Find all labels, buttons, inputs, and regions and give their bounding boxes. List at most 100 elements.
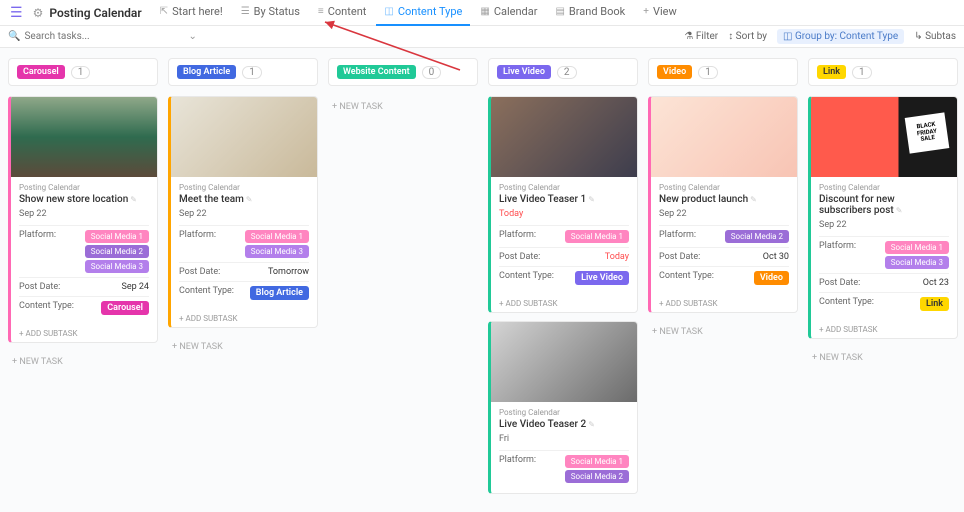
column-link: Link 1 Posting Calendar Discount for new… — [808, 58, 958, 502]
tab-content[interactable]: ≡ Content — [310, 0, 374, 26]
column-header[interactable]: Live Video 2 — [488, 58, 638, 86]
filter-button[interactable]: ⚗ Filter — [684, 31, 718, 42]
card-title: Discount for new subscribers post — [819, 194, 949, 216]
content-type-pill: Blog Article — [250, 286, 309, 300]
field-label-contenttype: Content Type: — [19, 301, 74, 311]
field-label-postdate: Post Date: — [179, 267, 220, 277]
plus-icon: + — [643, 6, 649, 17]
card-date: Fri — [499, 434, 629, 444]
card-date: Sep 22 — [179, 209, 309, 219]
add-subtask[interactable]: + ADD SUBTASK — [811, 321, 957, 338]
field-label-postdate: Post Date: — [499, 252, 540, 262]
menu-icon[interactable]: ☰ — [6, 5, 27, 21]
pill-sm3: Social Media 3 — [245, 245, 309, 258]
new-task[interactable]: + NEW TASK — [648, 321, 798, 343]
calendar-icon: ▦ — [480, 6, 489, 17]
column-livevideo: Live Video 2 Posting Calendar Live Video… — [488, 58, 638, 502]
column-carousel: Carousel 1 Posting Calendar Show new sto… — [8, 58, 158, 502]
tab-label: View — [653, 5, 677, 18]
card-title: Live Video Teaser 2 — [499, 419, 629, 430]
tab-brand-book[interactable]: ▤ Brand Book — [547, 0, 633, 26]
card-discount-post[interactable]: Posting Calendar Discount for new subscr… — [808, 96, 958, 339]
pill-sm1: Social Media 1 — [245, 230, 309, 243]
platform-pills: Social Media 1 — [565, 230, 629, 243]
card-product-launch[interactable]: Posting Calendar New product launch Sep … — [648, 96, 798, 313]
search-input[interactable] — [24, 31, 124, 42]
column-tag: Link — [817, 65, 846, 79]
field-label-postdate: Post Date: — [819, 278, 860, 288]
column-video: Video 1 Posting Calendar New product lau… — [648, 58, 798, 502]
card-live-teaser-1[interactable]: Posting Calendar Live Video Teaser 1 Tod… — [488, 96, 638, 313]
add-subtask[interactable]: + ADD SUBTASK — [11, 325, 157, 342]
field-label-platform: Platform: — [179, 230, 216, 240]
topbar: ☰ ⚙ Posting Calendar ⇱Start here! ☰ By St… — [0, 0, 964, 26]
searchbar: 🔍 ⌄ ⚗ Filter ↕ Sort by ◫ Group by: Conte… — [0, 26, 964, 48]
column-header[interactable]: Video 1 — [648, 58, 798, 86]
brand-icon: ▤ — [555, 6, 564, 17]
group-by-button[interactable]: ◫ Group by: Content Type — [777, 29, 904, 44]
card-store-location[interactable]: Posting Calendar Show new store location… — [8, 96, 158, 343]
sort-button[interactable]: ↕ Sort by — [728, 31, 767, 42]
tab-label: Content — [328, 5, 367, 18]
tab-label: Brand Book — [569, 5, 625, 18]
page-title: Posting Calendar — [49, 6, 141, 20]
pill-sm3: Social Media 3 — [85, 260, 149, 273]
card-live-teaser-2[interactable]: Posting Calendar Live Video Teaser 2 Fri… — [488, 321, 638, 494]
field-label-platform: Platform: — [499, 230, 536, 240]
platform-pills: Social Media 1 Social Media 3 — [245, 230, 309, 258]
field-val-postdate: Oct 30 — [763, 252, 789, 262]
breadcrumb: Posting Calendar — [499, 183, 629, 192]
new-task[interactable]: + NEW TASK — [808, 347, 958, 369]
column-header[interactable]: Blog Article 1 — [168, 58, 318, 86]
column-count: 1 — [71, 66, 91, 79]
column-header[interactable]: Carousel 1 — [8, 58, 158, 86]
field-label-contenttype: Content Type: — [659, 271, 714, 281]
new-task[interactable]: + NEW TASK — [328, 96, 478, 118]
new-task[interactable]: + NEW TASK — [8, 351, 158, 373]
tab-by-status[interactable]: ☰ By Status — [233, 0, 308, 26]
platform-pills: Social Media 1Social Media 3 — [885, 241, 949, 269]
pill-sm3: Social Media 3 — [885, 256, 949, 269]
card-title: New product launch — [659, 194, 789, 205]
breadcrumb: Posting Calendar — [179, 183, 309, 192]
chevron-down-icon[interactable]: ⌄ — [188, 31, 196, 42]
tab-label: By Status — [254, 5, 300, 18]
card-meet-team[interactable]: Posting Calendar Meet the team Sep 22 Pl… — [168, 96, 318, 328]
field-val-postdate: Oct 23 — [923, 278, 949, 288]
tab-label: Start here! — [172, 5, 223, 18]
tab-label: Calendar — [494, 5, 538, 18]
tab-content-type[interactable]: ◫Content Type — [376, 0, 470, 26]
column-tag: Live Video — [497, 65, 551, 79]
column-header[interactable]: Website Content 0 — [328, 58, 478, 86]
card-image — [491, 322, 637, 402]
add-subtask[interactable]: + ADD SUBTASK — [491, 295, 637, 312]
pill-sm2: Social Media 2 — [85, 245, 149, 258]
new-task[interactable]: + NEW TASK — [168, 336, 318, 358]
column-tag: Blog Article — [177, 65, 236, 79]
breadcrumb: Posting Calendar — [499, 408, 629, 417]
card-title: Live Video Teaser 1 — [499, 194, 629, 205]
pill-sm2: Social Media 2 — [565, 470, 629, 483]
card-date: Today — [499, 209, 629, 219]
pill-sm2: Social Media 2 — [725, 230, 789, 243]
tab-add-view[interactable]: + View — [635, 0, 684, 26]
card-date: Sep 22 — [819, 220, 949, 230]
field-label-platform: Platform: — [19, 230, 56, 240]
breadcrumb: Posting Calendar — [19, 183, 149, 192]
content-icon: ≡ — [318, 6, 324, 17]
pill-sm1: Social Media 1 — [565, 230, 629, 243]
tab-start-here[interactable]: ⇱Start here! — [152, 0, 231, 26]
field-label-platform: Platform: — [659, 230, 696, 240]
status-icon: ☰ — [241, 6, 250, 17]
add-subtask[interactable]: + ADD SUBTASK — [171, 310, 317, 327]
gear-icon[interactable]: ⚙ — [29, 6, 48, 20]
platform-pills: Social Media 1Social Media 2Social Media… — [85, 230, 149, 273]
column-header[interactable]: Link 1 — [808, 58, 958, 86]
add-subtask[interactable]: + ADD SUBTASK — [651, 295, 797, 312]
subtask-toggle[interactable]: ↳ Subtas — [914, 31, 956, 42]
field-label-contenttype: Content Type: — [499, 271, 554, 281]
column-tag: Carousel — [17, 65, 65, 79]
card-title: Meet the team — [179, 194, 309, 205]
tab-calendar[interactable]: ▦ Calendar — [472, 0, 545, 26]
tab-label: Content Type — [398, 5, 463, 18]
